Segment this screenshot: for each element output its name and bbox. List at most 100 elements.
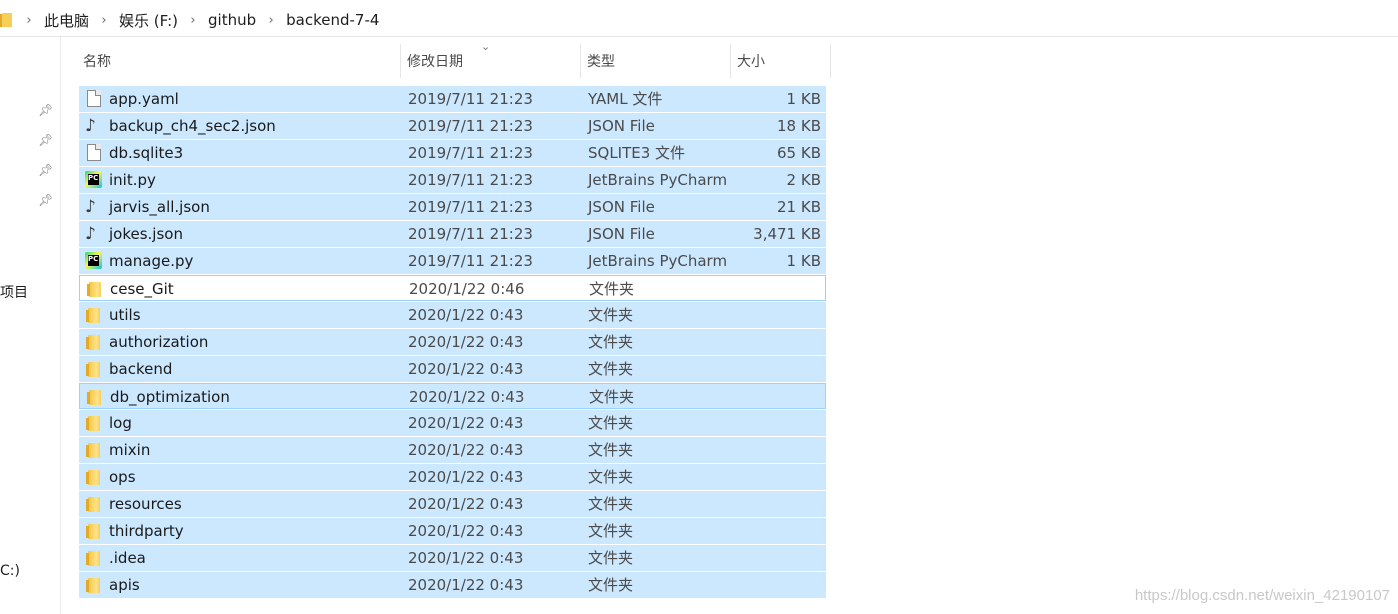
file-date: 2020/1/22 0:43 (408, 576, 524, 594)
file-row[interactable]: ops 2020/1/22 0:43 文件夹 (79, 464, 826, 490)
file-row[interactable]: ♪ jokes.json 2019/7/11 21:23 JSON File 3,471… (79, 221, 826, 247)
file-row[interactable]: manage.py 2019/7/11 21:23 JetBrains PyChar… (79, 248, 826, 274)
folder-icon (85, 332, 103, 352)
file-date: 2020/1/22 0:43 (408, 441, 524, 459)
file-icon (85, 143, 103, 163)
file-row[interactable]: thirdparty 2020/1/22 0:43 文件夹 (79, 518, 826, 544)
file-size: 2 KB (786, 171, 821, 189)
file-type: 文件夹 (588, 441, 634, 459)
column-header-type[interactable]: 类型 (583, 44, 731, 78)
file-icon (85, 89, 103, 109)
file-date: 2019/7/11 21:23 (408, 252, 533, 270)
file-name: resources (109, 495, 182, 513)
breadcrumb: › 此电脑 › 娱乐 (F:) › github › backend-7-4 (0, 8, 1398, 32)
address-bar[interactable]: › 此电脑 › 娱乐 (F:) › github › backend-7-4 (0, 0, 1398, 37)
file-row[interactable]: app.yaml 2019/7/11 21:23 YAML 文件 1 KB (79, 86, 826, 112)
file-row[interactable]: init.py 2019/7/11 21:23 JetBrains PyCharm 2… (79, 167, 826, 193)
pin-icon[interactable]: 📌︎ (38, 163, 53, 177)
file-type: JSON File (588, 225, 655, 243)
chevron-right-icon[interactable]: › (185, 13, 201, 28)
file-row[interactable]: .idea 2020/1/22 0:43 文件夹 (79, 545, 826, 571)
nav-item-projects[interactable]: 项目 (0, 282, 28, 302)
file-row[interactable]: cese_Git 2020/1/22 0:46 文件夹 (79, 275, 826, 301)
file-date: 2020/1/22 0:43 (408, 360, 524, 378)
file-date: 2020/1/22 0:43 (408, 333, 524, 351)
file-name: thirdparty (109, 522, 184, 540)
file-row[interactable]: db.sqlite3 2019/7/11 21:23 SQLITE3 文件 65 KB (79, 140, 826, 166)
file-name: backup_ch4_sec2.json (109, 117, 276, 135)
nav-item-drive-c[interactable]: C:) (0, 563, 20, 579)
watermark-text: https://blog.csdn.net/weixin_42190107 (1134, 587, 1390, 604)
file-type: 文件夹 (588, 549, 634, 567)
folder-icon (85, 494, 103, 514)
file-type: 文件夹 (588, 576, 634, 594)
file-date: 2020/1/22 0:43 (408, 306, 524, 324)
chevron-right-icon[interactable]: › (21, 13, 37, 28)
breadcrumb-backend-7-4[interactable]: backend-7-4 (286, 11, 379, 29)
file-type: 文件夹 (588, 495, 634, 513)
file-date: 2020/1/22 0:43 (408, 468, 524, 486)
file-type: 文件夹 (588, 414, 634, 432)
file-date: 2020/1/22 0:43 (408, 522, 524, 540)
file-name: jokes.json (109, 225, 183, 243)
column-header-size[interactable]: 大小 (733, 44, 831, 78)
file-name: utils (109, 306, 141, 324)
pin-icon[interactable]: 📌︎ (38, 103, 53, 117)
file-type: SQLITE3 文件 (588, 144, 686, 162)
folder-icon (85, 548, 103, 568)
file-row[interactable]: resources 2020/1/22 0:43 文件夹 (79, 491, 826, 517)
folder-icon (85, 521, 103, 541)
file-type: JSON File (588, 198, 655, 216)
breadcrumb-github[interactable]: github (208, 11, 256, 29)
file-name: jarvis_all.json (109, 198, 210, 216)
navigation-pane[interactable]: 📌︎ 📌︎ 📌︎ 📌︎ 项目 C:) (0, 37, 61, 614)
pin-icon[interactable]: 📌︎ (38, 133, 53, 147)
file-name: init.py (109, 171, 156, 189)
file-name: apis (109, 576, 140, 594)
file-date: 2019/7/11 21:23 (408, 171, 533, 189)
file-size: 18 KB (777, 117, 821, 135)
file-size: 1 KB (786, 252, 821, 270)
file-row[interactable]: authorization 2020/1/22 0:43 文件夹 (79, 329, 826, 355)
file-name: ops (109, 468, 136, 486)
json-file-icon: ♪ (85, 224, 96, 244)
file-size: 21 KB (777, 198, 821, 216)
folder-icon (85, 575, 103, 595)
file-date: 2020/1/22 0:46 (409, 280, 525, 298)
file-type: 文件夹 (589, 280, 635, 298)
file-row[interactable]: ♪ jarvis_all.json 2019/7/11 21:23 JSON File… (79, 194, 826, 220)
file-name: backend (109, 360, 173, 378)
chevron-right-icon[interactable]: › (263, 13, 279, 28)
folder-icon (85, 440, 103, 460)
file-list[interactable]: app.yaml 2019/7/11 21:23 YAML 文件 1 KB ♪ backu… (79, 86, 826, 599)
file-row[interactable]: utils 2020/1/22 0:43 文件夹 (79, 302, 826, 328)
file-name: app.yaml (109, 90, 179, 108)
file-date: 2020/1/22 0:43 (408, 495, 524, 513)
json-file-icon: ♪ (85, 197, 96, 217)
folder-icon (86, 279, 104, 299)
folder-icon (85, 359, 103, 379)
file-row[interactable]: ♪ backup_ch4_sec2.json 2019/7/11 21:23 JSON… (79, 113, 826, 139)
folder-icon (85, 467, 103, 487)
file-name: db_optimization (110, 388, 230, 406)
file-date: 2020/1/22 0:43 (408, 414, 524, 432)
pycharm-icon (85, 170, 103, 190)
pin-icon[interactable]: 📌︎ (38, 193, 53, 207)
breadcrumb-drive-f[interactable]: 娱乐 (F:) (119, 10, 178, 31)
file-type: 文件夹 (588, 522, 634, 540)
file-name: db.sqlite3 (109, 144, 184, 162)
column-header-date[interactable]: 修改日期 (403, 44, 581, 78)
file-size: 1 KB (786, 90, 821, 108)
folder-icon (86, 387, 104, 407)
file-row[interactable]: db_optimization 2020/1/22 0:43 文件夹 (79, 383, 826, 409)
file-type: 文件夹 (588, 306, 634, 324)
file-row[interactable]: backend 2020/1/22 0:43 文件夹 (79, 356, 826, 382)
file-row[interactable]: apis 2020/1/22 0:43 文件夹 (79, 572, 826, 598)
chevron-right-icon[interactable]: › (96, 13, 112, 28)
breadcrumb-this-pc[interactable]: 此电脑 (44, 10, 89, 31)
file-row[interactable]: mixin 2020/1/22 0:43 文件夹 (79, 437, 826, 463)
file-type: JSON File (588, 117, 655, 135)
file-row[interactable]: log 2020/1/22 0:43 文件夹 (79, 410, 826, 436)
column-header-name[interactable]: 名称 (79, 44, 401, 78)
file-type: JetBrains PyCharm (588, 252, 728, 270)
